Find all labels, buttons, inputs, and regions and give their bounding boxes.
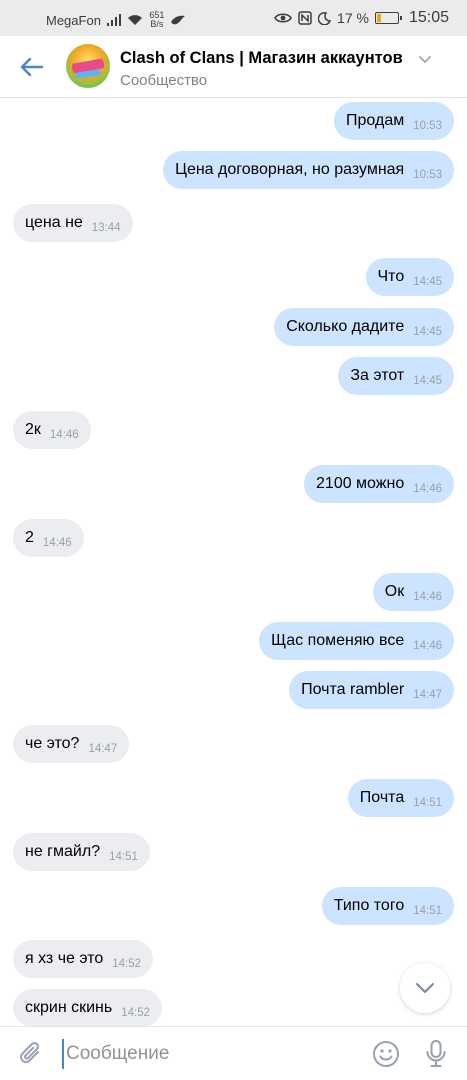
message-incoming[interactable]: не гмайл? 14:51 [13,833,150,871]
message-outgoing[interactable]: Щас поменяю все 14:46 [259,622,454,660]
message-time: 14:51 [109,851,138,863]
message-time: 14:45 [413,276,442,288]
message-time: 14:45 [413,375,442,387]
message-time: 14:46 [49,429,79,441]
message-text: 2 [25,529,34,546]
back-arrow-icon[interactable] [18,54,44,80]
message-input[interactable] [62,1039,352,1069]
message-text: 2100 можно [316,475,405,492]
message-time: 10:53 [413,169,442,181]
message-composer [0,1026,467,1080]
message-text: Что [377,268,405,285]
message-time: 14:51 [413,905,442,917]
message-time: 14:47 [88,743,118,755]
message-incoming[interactable]: я хз че это 14:52 [13,940,154,978]
status-bar: MegaFon 651 B/s 17 % 15:05 [0,0,467,36]
community-avatar[interactable] [66,44,110,88]
chevron-down-icon[interactable] [418,55,432,65]
message-text: За этот [350,367,405,384]
message-incoming[interactable]: цена не 13:44 [13,204,133,242]
message-text: Щас поменяю все [271,632,405,649]
message-incoming[interactable]: че это? 14:47 [13,725,130,763]
paperclip-icon[interactable] [18,1040,44,1068]
message-incoming[interactable]: 2к 14:46 [13,411,91,449]
message-outgoing[interactable]: Цена договорная, но разумная 10:53 [163,151,454,189]
network-speed-unit: B/s [150,19,164,29]
message-time: 14:46 [413,483,442,495]
message-outgoing[interactable]: За этот 14:45 [338,357,454,395]
message-text: че это? [25,735,80,752]
emoji-icon[interactable] [372,1040,400,1068]
message-time: 14:46 [42,537,72,549]
message-time: 14:52 [112,958,142,970]
conversation-subtitle: Сообщество [120,72,208,89]
message-list[interactable]: Продам 10:53 Цена договорная, но разумная… [0,99,467,1027]
message-text: Продам [346,112,405,129]
message-text: Ок [384,583,405,600]
message-text: Типо того [333,897,405,914]
message-text: 2к [25,421,41,438]
network-speed: 651 B/s [149,11,164,29]
chevron-down-icon [415,982,435,994]
message-time: 14:51 [413,797,442,809]
message-time: 14:47 [413,689,442,701]
message-incoming[interactable]: 2 14:46 [13,519,84,557]
message-outgoing[interactable]: Что 14:45 [365,258,454,296]
battery-percent: 17 % [337,10,369,26]
carrier-name: MegaFon [46,12,101,28]
message-outgoing[interactable]: Типо того 14:51 [321,887,454,925]
message-time: 10:53 [413,120,442,132]
message-outgoing[interactable]: Ок 14:46 [372,573,454,611]
eye-icon [274,13,292,23]
message-outgoing[interactable]: 2100 можно 14:46 [304,465,454,503]
message-text: Почта rambler [301,681,405,698]
nfc-icon [298,11,312,25]
message-outgoing[interactable]: Почта rambler 14:47 [289,671,454,709]
message-time: 14:45 [413,326,442,338]
message-text: я хз че это [25,950,104,967]
conversation-header: Clash of Clans | Магазин аккаунтов Сообщ… [0,36,467,98]
conversation-title[interactable]: Clash of Clans | Магазин аккаунтов [120,49,403,68]
moon-icon [318,11,332,25]
message-time: 14:52 [121,1007,151,1019]
message-text: Почта [359,789,405,806]
message-text: не гмайл? [25,843,101,860]
message-text: скрин скинь [25,999,113,1016]
message-text: Сколько дадите [286,318,405,335]
message-time: 14:46 [413,640,442,652]
message-outgoing[interactable]: Почта 14:51 [347,779,454,817]
bird-notification-icon [171,15,186,25]
message-time: 14:46 [413,591,442,603]
message-time: 13:44 [91,222,121,234]
microphone-icon[interactable] [425,1039,447,1069]
message-outgoing[interactable]: Сколько дадите 14:45 [274,308,454,346]
battery-icon [374,12,402,24]
message-incoming[interactable]: скрин скинь 14:52 [13,989,163,1027]
wifi-icon [128,15,143,25]
clock: 15:05 [408,9,449,26]
message-outgoing[interactable]: Продам 10:53 [334,102,454,140]
message-text: цена не [25,214,83,231]
scroll-to-bottom-button[interactable] [400,963,450,1013]
signal-icon [106,14,122,26]
message-text: Цена договорная, но разумная [175,161,405,178]
